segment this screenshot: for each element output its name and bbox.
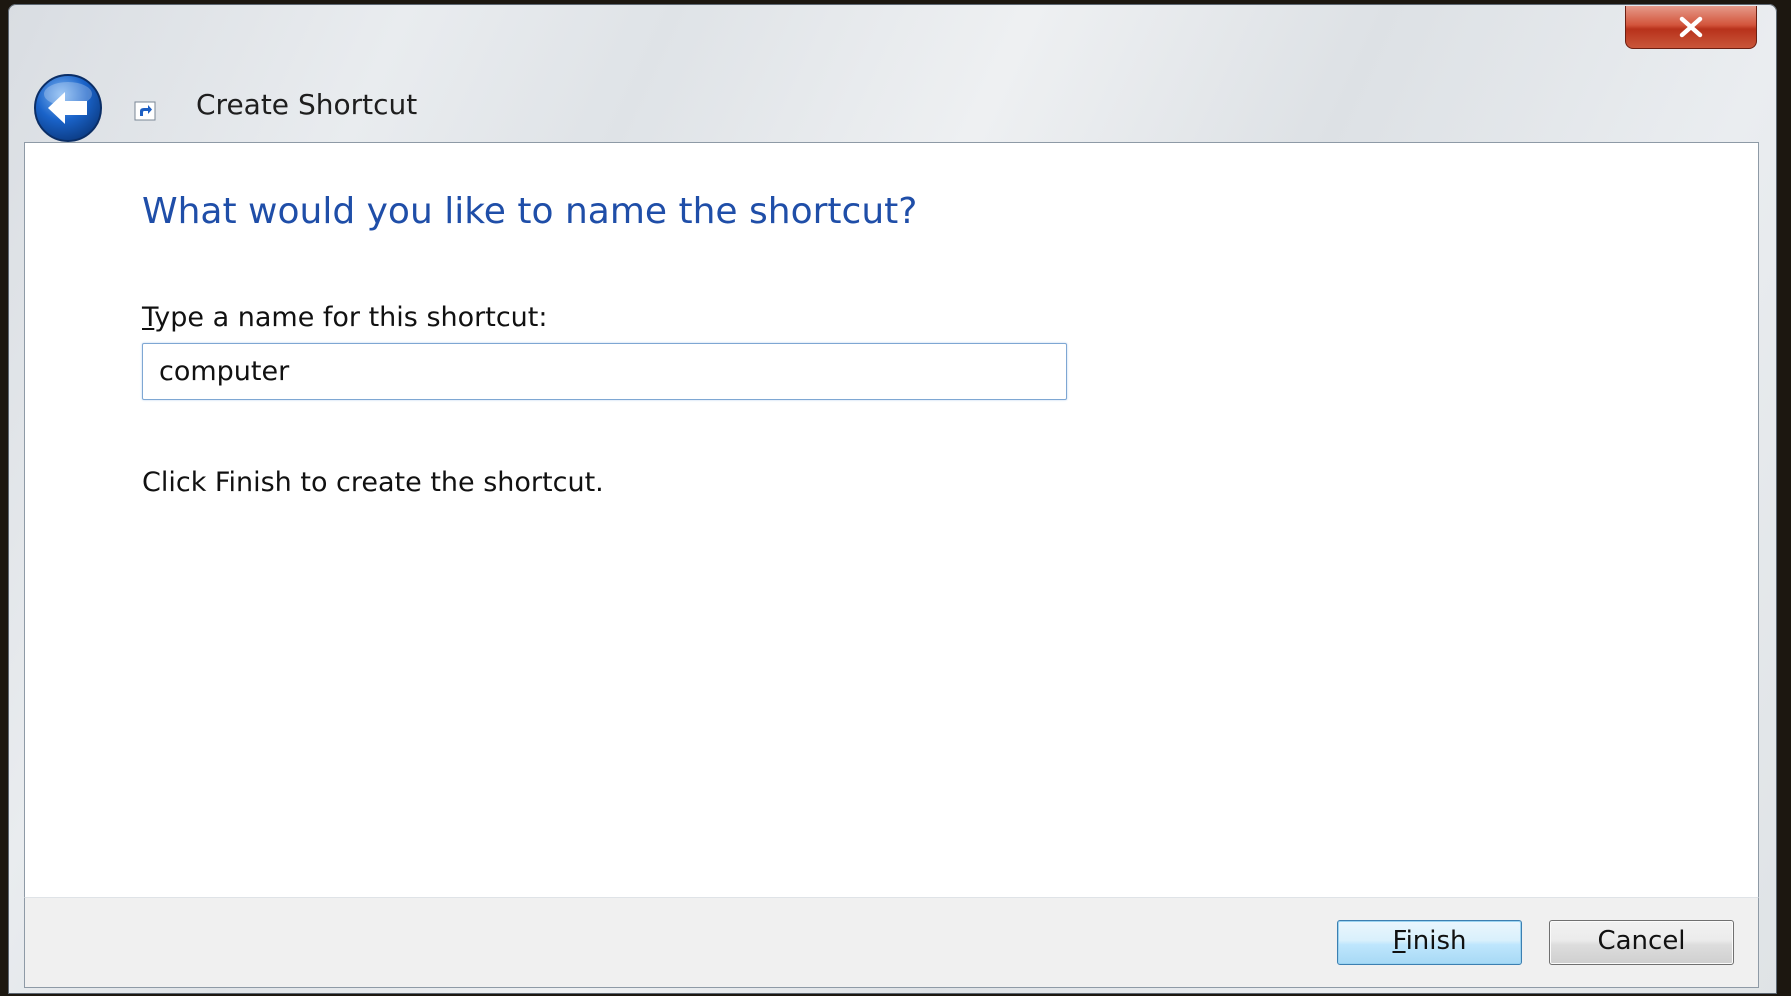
name-label-text: ype a name for this shortcut:	[154, 302, 548, 333]
finish-button[interactable]: Finish	[1337, 920, 1522, 965]
instruction-text: Click Finish to create the shortcut.	[142, 467, 604, 498]
back-button[interactable]	[32, 72, 104, 144]
back-arrow-icon	[34, 74, 102, 142]
shortcut-name-input[interactable]	[142, 343, 1067, 400]
finish-accelerator: F	[1392, 926, 1406, 956]
finish-label: inish	[1405, 926, 1467, 956]
close-button[interactable]	[1625, 6, 1757, 49]
name-label-accelerator: T	[142, 302, 155, 333]
shortcut-arrow-icon	[134, 101, 156, 121]
page-heading: What would you like to name the shortcut…	[142, 191, 918, 232]
window-title: Create Shortcut	[196, 88, 418, 121]
cancel-button[interactable]: Cancel	[1549, 920, 1734, 965]
close-icon	[1679, 16, 1703, 38]
create-shortcut-dialog: Create Shortcut What would you like to n…	[8, 4, 1777, 994]
wizard-content: What would you like to name the shortcut…	[24, 142, 1759, 898]
name-field-label: Type a name for this shortcut:	[142, 302, 547, 333]
button-bar: Finish Cancel	[24, 898, 1759, 988]
